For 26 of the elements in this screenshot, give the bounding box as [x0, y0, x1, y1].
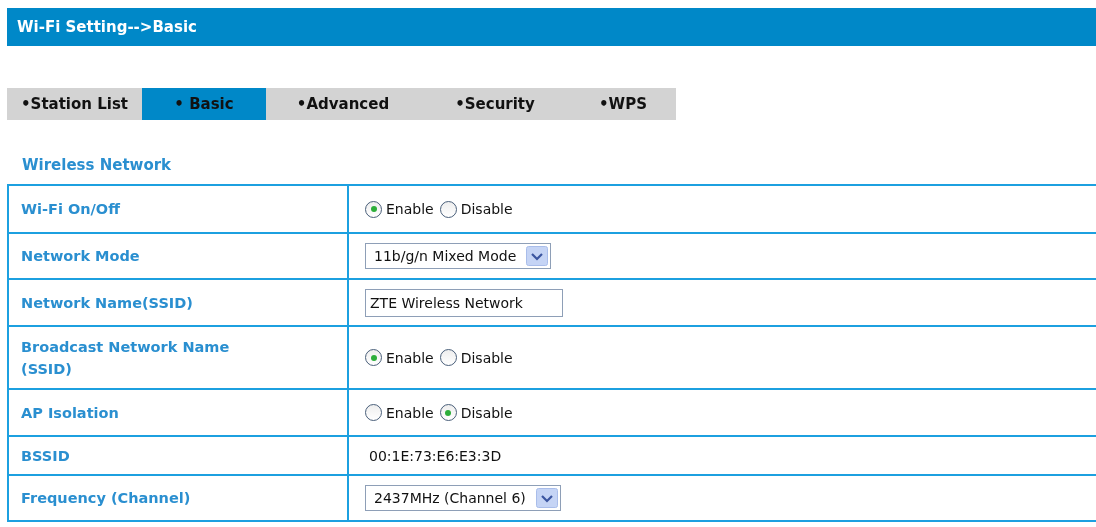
- field-label: Wi-Fi On/Off: [21, 200, 120, 219]
- ssid-input[interactable]: ZTE Wireless Network: [365, 288, 563, 317]
- radio-button[interactable]: [439, 404, 457, 421]
- page-title: Wi-Fi Setting-->Basic: [17, 18, 197, 36]
- field-label: Network Name(SSID): [21, 293, 193, 313]
- dropdown[interactable]: 11b/g/n Mixed Mode: [365, 243, 552, 269]
- field-label: BSSID: [21, 446, 70, 466]
- radio-option[interactable]: Enable: [365, 349, 434, 366]
- radio-button[interactable]: [365, 349, 382, 366]
- field-label: AP Isolation: [21, 403, 119, 423]
- radio-option[interactable]: Disable: [439, 200, 513, 218]
- radio-button[interactable]: [439, 200, 457, 218]
- radio-button[interactable]: [365, 404, 382, 421]
- radio-option[interactable]: Disable: [439, 404, 513, 421]
- dropdown[interactable]: 2437MHz (Channel 6): [365, 485, 561, 511]
- section-title: Wireless Network: [22, 156, 173, 176]
- radio-option[interactable]: Enable: [365, 404, 434, 421]
- radio-button[interactable]: [439, 349, 457, 366]
- radio-button[interactable]: [365, 200, 382, 218]
- radio-option[interactable]: Enable: [365, 200, 434, 218]
- radio-option[interactable]: Disable: [439, 349, 513, 366]
- tab[interactable]: • Basic: [142, 88, 266, 120]
- field-label: Frequency (Channel): [21, 489, 191, 508]
- field-label: Broadcast Network Name (SSID): [21, 337, 231, 379]
- field-label: Network Mode: [21, 247, 140, 266]
- bssid-value: 00:1E:73:E6:E3:3D: [368, 447, 502, 464]
